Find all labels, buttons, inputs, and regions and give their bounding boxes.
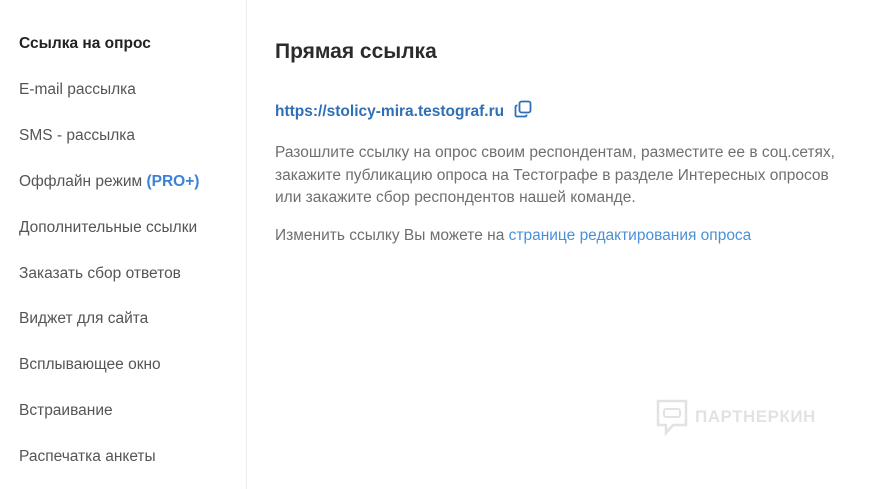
- watermark-logo-icon: [656, 399, 688, 436]
- sidebar-item-label: Встраивание: [19, 402, 113, 419]
- watermark-text: ПАРТНЕРКИН: [695, 407, 816, 426]
- sidebar-item-survey-link[interactable]: Ссылка на опрос: [19, 34, 151, 54]
- sidebar-item-label: Дополнительные ссылки: [19, 219, 198, 236]
- watermark: ПАРТНЕРКИН: [655, 398, 816, 436]
- sidebar-item-label: Распечатка анкеты: [19, 448, 156, 465]
- sidebar-item-label: Виджет для сайта: [19, 310, 149, 327]
- sidebar-item-label: SMS - рассылка: [19, 127, 136, 144]
- sidebar-item-label: Оффлайн режим: [19, 173, 143, 190]
- description-text: Разошлите ссылку на опрос своим респонде…: [275, 144, 835, 206]
- sidebar-item-label: E-mail рассылка: [19, 81, 136, 98]
- sidebar-item-print[interactable]: Распечатка анкеты: [19, 447, 156, 467]
- sidebar-item-embed[interactable]: Встраивание: [19, 401, 113, 421]
- sidebar-item-label: Всплывающее окно: [19, 356, 161, 373]
- sidebar-item-offline[interactable]: Оффлайн режим (PRO+): [19, 172, 199, 192]
- change-link-prefix: Изменить ссылку Вы можете на: [275, 227, 509, 244]
- change-link-text: Изменить ссылку Вы можете на странице ре…: [275, 227, 751, 245]
- page-title: Прямая ссылка: [275, 40, 437, 63]
- sidebar-item-sms[interactable]: SMS - рассылка: [19, 126, 135, 146]
- copy-icon[interactable]: [514, 100, 532, 118]
- sidebar-item-email[interactable]: E-mail рассылка: [19, 80, 136, 100]
- direct-link[interactable]: https://stolicy-mira.testograf.ru: [275, 103, 504, 121]
- sidebar-item-label: Заказать сбор ответов: [19, 265, 181, 282]
- sidebar-item-popup[interactable]: Всплывающее окно: [19, 355, 161, 375]
- link-row: https://stolicy-mira.testograf.ru: [275, 100, 532, 121]
- sidebar-item-additional-links[interactable]: Дополнительные ссылки: [19, 218, 197, 238]
- pro-badge: (PRO+): [146, 173, 200, 190]
- sidebar-item-widget[interactable]: Виджет для сайта: [19, 309, 148, 329]
- edit-survey-link[interactable]: странице редактирования опроса: [509, 227, 752, 244]
- sidebar-item-order-responses[interactable]: Заказать сбор ответов: [19, 264, 181, 284]
- sidebar-item-label: Ссылка на опрос: [19, 35, 151, 52]
- main-content: Прямая ссылка https://stolicy-mira.testo…: [247, 0, 882, 489]
- sidebar: Ссылка на опрос E-mail рассылка SMS - ра…: [0, 0, 247, 489]
